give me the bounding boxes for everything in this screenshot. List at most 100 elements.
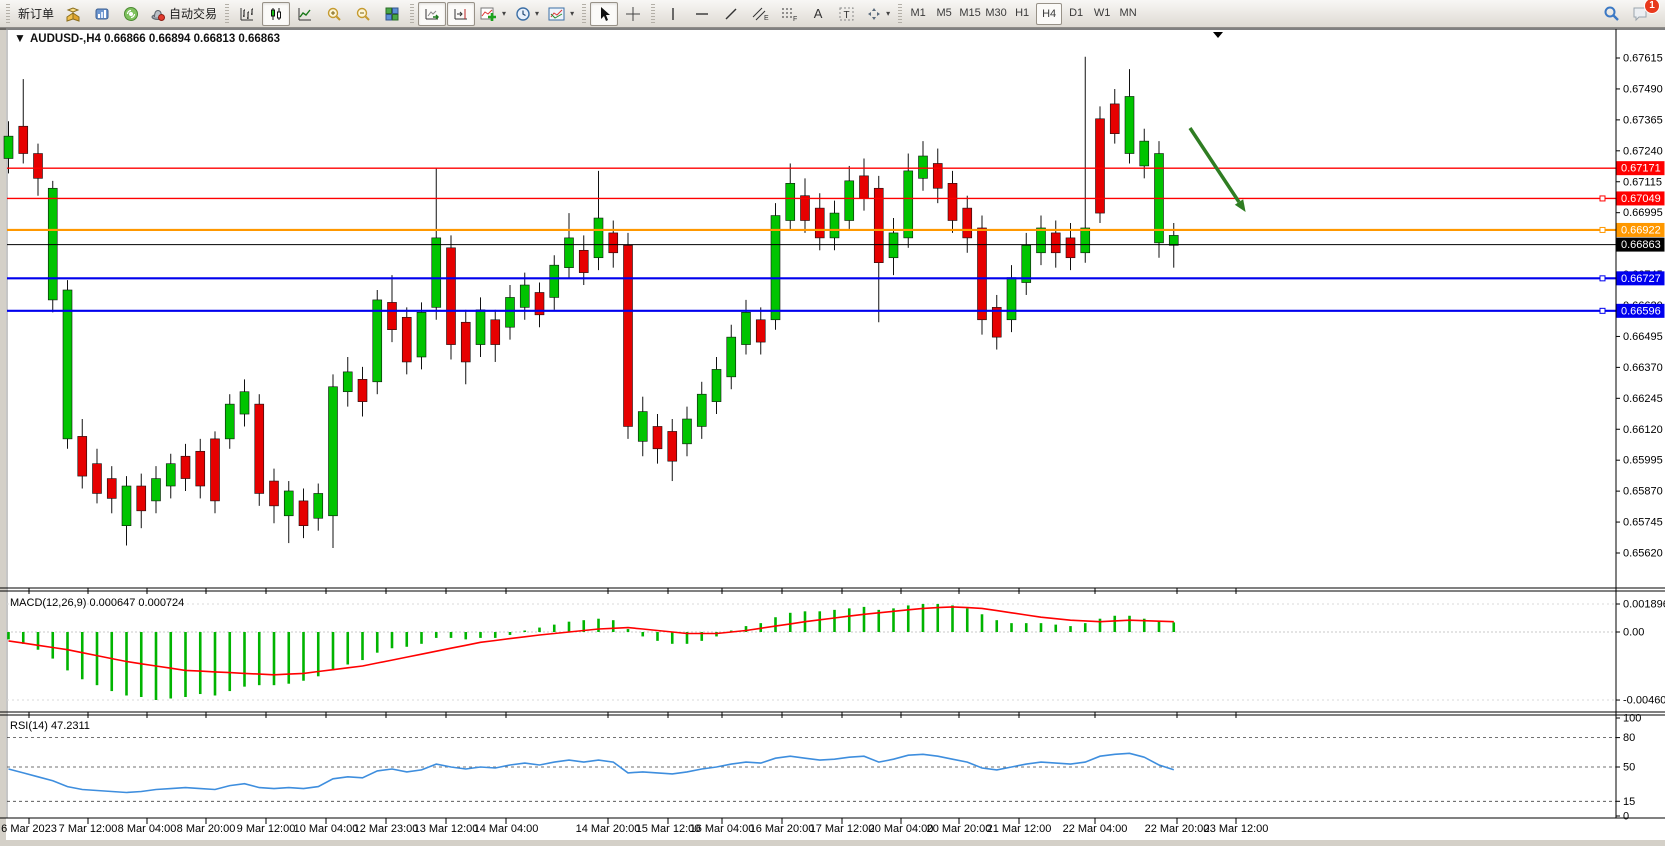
data-window-button[interactable] <box>88 2 116 26</box>
toolbar-grip[interactable] <box>651 4 655 24</box>
candle-body <box>683 419 692 444</box>
line-handle[interactable] <box>1600 227 1605 232</box>
line-handle[interactable] <box>1600 308 1605 313</box>
candle-body <box>889 233 898 258</box>
text-label-tool-button[interactable]: T <box>833 2 861 26</box>
periods-button[interactable]: ▾ <box>511 2 543 26</box>
chart-title: AUDUSD-,H4 0.66866 0.66894 0.66813 0.668… <box>30 33 280 45</box>
date-label: 8 Mar 20:00 <box>177 823 236 835</box>
price-tick-label: 0.67240 <box>1623 145 1663 157</box>
candle-body <box>697 394 706 426</box>
timeframe-button-m15[interactable]: M15 <box>958 3 982 23</box>
trendline-tool-button[interactable] <box>717 2 745 26</box>
line-handle[interactable] <box>1600 276 1605 281</box>
notifications-button[interactable]: 1 <box>1626 2 1654 26</box>
zoom-out-button[interactable] <box>349 2 377 26</box>
market-watch-icon <box>65 6 81 22</box>
timeframe-button-mn[interactable]: MN <box>1116 3 1140 23</box>
fibonacci-tool-button[interactable]: F <box>775 2 803 26</box>
crosshair-tool-button[interactable] <box>619 2 647 26</box>
periods-dropdown-caret[interactable]: ▾ <box>535 9 539 18</box>
indicators-dropdown-caret[interactable]: ▾ <box>502 9 506 18</box>
indicators-button[interactable]: ▾ <box>476 2 510 26</box>
macd-axis-label: -0.004606 <box>1623 695 1665 707</box>
date-label: 16 Mar 20:00 <box>750 823 815 835</box>
date-label: 20 Mar 20:00 <box>927 823 992 835</box>
candle-body <box>181 456 190 478</box>
date-label: 16 Mar 04:00 <box>690 823 755 835</box>
toolbar-grip[interactable] <box>410 4 414 24</box>
arrows-tool-button[interactable]: ▾ <box>862 2 894 26</box>
zoom-in-button[interactable] <box>320 2 348 26</box>
chart-canvas[interactable]: 0.0018960.00-0.004606MACD(12,26,9) 0.000… <box>0 28 1665 846</box>
candle-body <box>461 322 470 362</box>
auto-trading-label: 自动交易 <box>169 5 217 22</box>
search-button[interactable] <box>1597 2 1625 26</box>
cursor-icon <box>597 6 611 22</box>
candle-body <box>1051 233 1060 253</box>
chart-shift-button[interactable] <box>447 2 475 26</box>
price-badge-label: 0.66922 <box>1621 224 1661 236</box>
candle-body <box>137 486 146 511</box>
price-tick-label: 0.66120 <box>1623 424 1663 436</box>
candle-body <box>402 317 411 362</box>
templates-dropdown-caret[interactable]: ▾ <box>570 9 574 18</box>
candle-body <box>284 491 293 516</box>
candle-body <box>358 379 367 401</box>
cursor-tool-button[interactable] <box>590 2 618 26</box>
candle-body <box>1125 96 1134 153</box>
timeframe-button-h1[interactable]: H1 <box>1010 3 1034 23</box>
equidistant-channel-tool-button[interactable]: E <box>746 2 774 26</box>
toolbar-grip[interactable] <box>225 4 229 24</box>
auto-trading-button[interactable]: 自动交易 <box>146 2 221 26</box>
price-tick-label: 0.67615 <box>1623 53 1663 65</box>
new-order-button[interactable]: 新订单 <box>14 2 58 26</box>
tile-windows-button[interactable] <box>378 2 406 26</box>
candlestick-mode-button[interactable] <box>262 2 290 26</box>
price-tick-label: 0.66245 <box>1623 393 1663 405</box>
candle-body <box>801 196 810 221</box>
candle-body <box>978 228 987 320</box>
candle-body <box>815 208 824 238</box>
price-tick-label: 0.65870 <box>1623 486 1663 498</box>
candle-body <box>93 464 102 494</box>
date-label: 10 Mar 04:00 <box>294 823 359 835</box>
toolbar-grip[interactable] <box>6 4 10 24</box>
toolbar-grip[interactable] <box>898 4 902 24</box>
new-order-label: 新订单 <box>18 5 54 22</box>
price-tick-label: 0.66495 <box>1623 331 1663 343</box>
line-handle[interactable] <box>1600 196 1605 201</box>
date-label: 22 Mar 20:00 <box>1145 823 1210 835</box>
price-tick-label: 0.65620 <box>1623 548 1663 560</box>
timeframe-button-m5[interactable]: M5 <box>932 3 956 23</box>
bar-chart-mode-button[interactable] <box>233 2 261 26</box>
line-chart-mode-icon <box>297 6 313 22</box>
candle-body <box>19 126 28 153</box>
timeframe-button-w1[interactable]: W1 <box>1090 3 1114 23</box>
price-badge-label: 0.66863 <box>1621 239 1661 251</box>
market-watch-button[interactable] <box>59 2 87 26</box>
text-tool-button[interactable]: A <box>804 2 832 26</box>
candle-body <box>1066 238 1075 258</box>
signals-button[interactable] <box>117 2 145 26</box>
rsi-axis-label: 0 <box>1623 811 1629 823</box>
horizontal-line-tool-button[interactable] <box>688 2 716 26</box>
timeframe-button-h4[interactable]: H4 <box>1036 3 1062 25</box>
toolbar-grip[interactable] <box>582 4 586 24</box>
arrows-dropdown-caret[interactable]: ▾ <box>886 9 890 18</box>
timeframe-button-m1[interactable]: M1 <box>906 3 930 23</box>
timeframe-button-d1[interactable]: D1 <box>1064 3 1088 23</box>
date-label: 9 Mar 12:00 <box>237 823 296 835</box>
vertical-line-tool-button[interactable] <box>659 2 687 26</box>
candle-body <box>388 302 397 329</box>
chart-collapse-icon[interactable]: ▼ <box>14 31 26 45</box>
line-chart-mode-button[interactable] <box>291 2 319 26</box>
templates-button[interactable]: ▾ <box>544 2 578 26</box>
auto-scroll-button[interactable] <box>418 2 446 26</box>
timeframe-button-m30[interactable]: M30 <box>984 3 1008 23</box>
price-tick-label: 0.67490 <box>1623 83 1663 95</box>
candle-body <box>771 216 780 320</box>
candle-body <box>432 238 441 307</box>
notification-count-badge: 1 <box>1644 0 1660 14</box>
price-tick-label: 0.66995 <box>1623 207 1663 219</box>
